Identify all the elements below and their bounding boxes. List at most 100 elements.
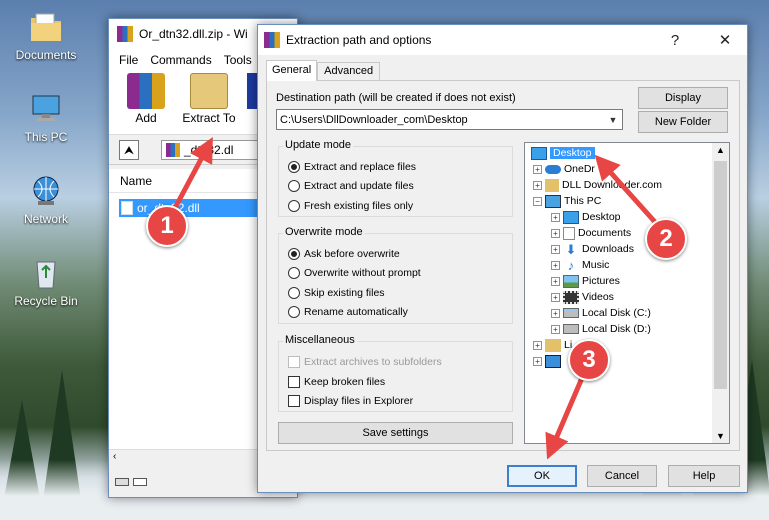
tree-node-local-disk-d[interactable]: + Local Disk (D:) — [551, 321, 651, 337]
add-button[interactable]: Add — [121, 73, 171, 125]
desktop-icon-documents[interactable]: Documents — [10, 10, 82, 62]
check-extract-subfolders[interactable]: Extract archives to subfolders — [288, 354, 442, 370]
tab-advanced[interactable]: Advanced — [317, 62, 381, 81]
tree-node-downloads[interactable]: + ⬇ Downloads — [551, 241, 634, 257]
cancel-button[interactable]: Cancel — [587, 465, 657, 487]
scroll-down-icon[interactable]: ▼ — [716, 431, 725, 441]
pictures-icon — [563, 274, 579, 288]
desktop-icon — [531, 146, 547, 160]
expand-icon[interactable]: + — [533, 340, 542, 350]
desktop-icon-this-pc[interactable]: This PC — [10, 92, 82, 144]
desktop-icon-network[interactable]: Network — [10, 174, 82, 226]
up-folder-button[interactable]: ⮝ — [119, 140, 139, 160]
download-arrow-icon: ⬇ — [565, 241, 577, 257]
tree-node-pictures[interactable]: + Pictures — [551, 273, 620, 289]
radio-extract-replace[interactable]: Extract and replace files — [288, 159, 416, 175]
tree-node-libraries[interactable]: + Li — [533, 337, 572, 353]
radio-extract-update[interactable]: Extract and update files — [288, 178, 414, 194]
tree-node-local-disk-c[interactable]: + Local Disk (C:) — [551, 305, 651, 321]
tree-vertical-scrollbar[interactable]: ▲ ▼ — [712, 143, 729, 443]
help-button[interactable]: Help — [668, 465, 740, 487]
expand-icon[interactable]: + — [533, 356, 542, 366]
extract-to-icon — [190, 73, 228, 109]
dll-file-icon — [121, 201, 133, 215]
expand-icon[interactable]: + — [533, 164, 542, 174]
radio-fresh-existing[interactable]: Fresh existing files only — [288, 198, 413, 214]
update-mode-title: Update mode — [283, 139, 354, 151]
folder-tree[interactable]: ▲ ▼ Desktop + OneDr + DLL Dow nloader.com… — [524, 142, 730, 444]
check-keep-broken[interactable]: Keep broken files — [288, 374, 385, 390]
radio-rename-automatically[interactable]: Rename automatically — [288, 304, 408, 320]
callout-1: 1 — [146, 205, 188, 247]
scroll-up-icon[interactable]: ▲ — [716, 145, 725, 155]
menu-file[interactable]: File — [119, 53, 138, 67]
key-status-icon — [133, 478, 147, 486]
check-display-in-explorer[interactable]: Display files in Explorer — [288, 393, 413, 409]
computer-icon — [545, 194, 561, 208]
tree-node-music[interactable]: + ♪ Music — [551, 257, 609, 273]
display-button[interactable]: Display — [638, 87, 728, 109]
winrar-title: Or_dtn32.dll.zip - Wi — [139, 27, 248, 41]
callout-3: 3 — [568, 339, 610, 381]
tab-general[interactable]: General — [266, 60, 318, 81]
archive-icon — [166, 143, 180, 157]
callout-2: 2 — [645, 218, 687, 260]
network-icon — [545, 354, 561, 368]
overwrite-mode-group: Overwrite mode Ask before overwrite Over… — [278, 226, 513, 324]
desktop-icon-recycle-bin[interactable]: Recycle Bin — [10, 256, 82, 308]
expand-icon[interactable]: + — [551, 308, 560, 318]
tree-node-desktop-root[interactable]: Desktop — [531, 145, 595, 161]
menu-tools[interactable]: Tools — [224, 53, 252, 67]
radio-skip-existing[interactable]: Skip existing files — [288, 285, 385, 301]
menu-commands[interactable]: Commands — [150, 53, 211, 67]
new-folder-button[interactable]: New Folder — [638, 111, 728, 133]
onedrive-cloud-icon — [545, 164, 561, 174]
libraries-icon — [545, 338, 561, 352]
overwrite-mode-title: Overwrite mode — [283, 226, 365, 238]
scrollbar-thumb[interactable] — [714, 161, 727, 389]
destination-input[interactable] — [277, 113, 604, 126]
tree-node-user[interactable]: + DLL Dow nloader.com — [533, 177, 662, 193]
folder-documents-icon — [28, 10, 64, 44]
tab-strip: General Advanced — [266, 60, 381, 81]
expand-icon[interactable]: + — [533, 180, 542, 190]
winrar-app-icon — [117, 26, 133, 42]
expand-icon[interactable]: + — [551, 260, 560, 270]
chevron-down-icon[interactable]: ▼ — [604, 115, 622, 125]
expand-icon[interactable]: + — [551, 212, 560, 222]
expand-icon[interactable]: + — [551, 324, 560, 334]
collapse-icon[interactable]: − — [533, 196, 542, 206]
tree-node-videos[interactable]: + Videos — [551, 289, 614, 305]
tree-node-desktop[interactable]: + Desktop — [551, 209, 621, 225]
ok-button[interactable]: OK — [507, 465, 577, 487]
desktop-icon-label: This PC — [24, 130, 68, 144]
hard-drive-icon — [563, 324, 579, 334]
drive-status-icon — [115, 478, 129, 486]
help-icon[interactable]: ? — [653, 25, 697, 55]
recycle-bin-icon — [28, 256, 64, 290]
network-globe-icon — [28, 174, 64, 208]
extraction-dialog[interactable]: Extraction path and options ? ✕ General … — [257, 24, 748, 493]
tree-node-network[interactable]: + — [533, 353, 561, 369]
user-folder-icon — [545, 178, 559, 192]
destination-combo[interactable]: ▼ — [276, 109, 623, 130]
radio-ask-before[interactable]: Ask before overwrite — [288, 246, 400, 262]
scroll-left-icon[interactable]: ‹ — [113, 451, 116, 462]
expand-icon[interactable]: + — [551, 276, 560, 286]
save-settings-button[interactable]: Save settings — [278, 422, 513, 444]
tree-node-documents[interactable]: + Documents — [551, 225, 631, 241]
tree-node-onedrive[interactable]: + OneDr — [533, 161, 595, 177]
add-archive-icon — [127, 73, 165, 109]
expand-icon[interactable]: + — [551, 244, 560, 254]
hard-drive-icon — [563, 308, 579, 318]
desktop-icon-label: Recycle Bin — [14, 294, 78, 308]
expand-icon[interactable]: + — [551, 292, 560, 302]
tree-node-this-pc[interactable]: − This PC — [533, 193, 601, 209]
desktop-icon-label: Network — [23, 212, 68, 226]
radio-overwrite-without-prompt[interactable]: Overwrite without prompt — [288, 265, 421, 281]
expand-icon[interactable]: + — [551, 228, 560, 238]
dialog-titlebar[interactable]: Extraction path and options ? ✕ — [258, 25, 747, 55]
close-icon[interactable]: ✕ — [703, 25, 747, 55]
computer-icon — [28, 92, 64, 126]
extract-to-button[interactable]: Extract To — [179, 73, 239, 125]
